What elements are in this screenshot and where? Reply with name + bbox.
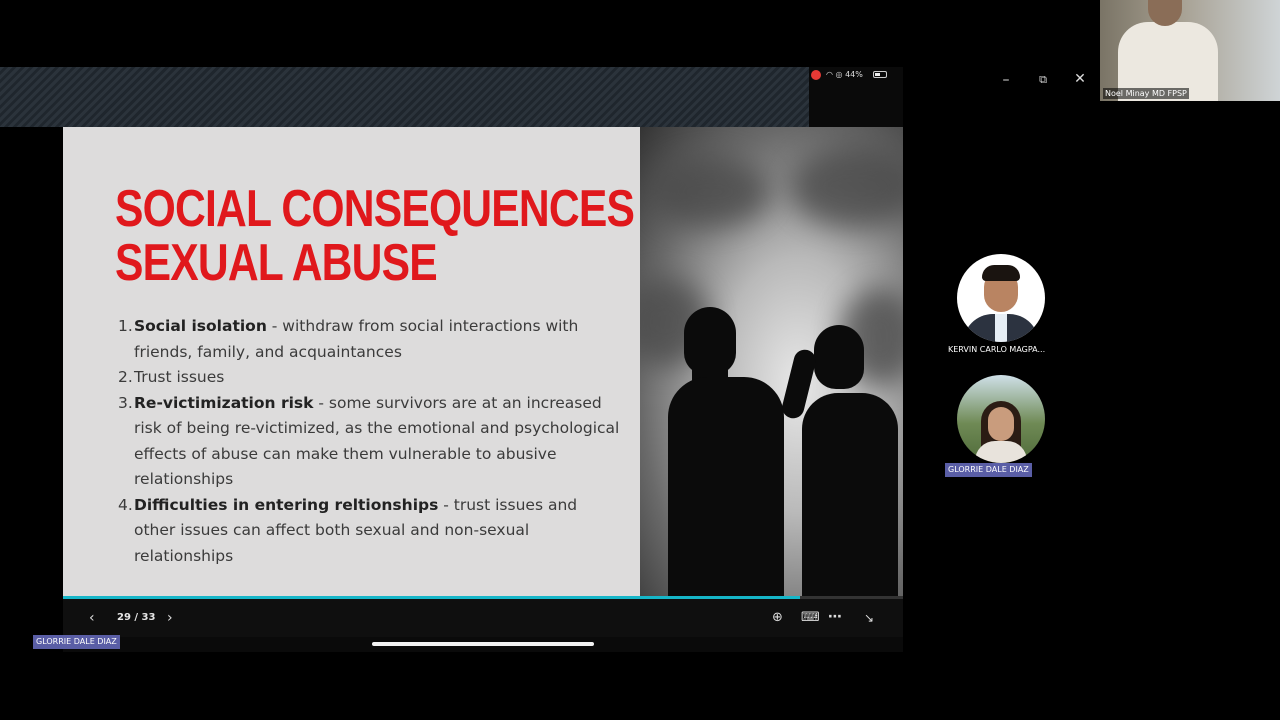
list-item-heading: Difficulties in entering reltionships: [134, 495, 439, 514]
restore-icon[interactable]: ⧉: [1035, 72, 1051, 88]
participant-name: KERVIN CARLO MAGPA...: [948, 345, 1046, 354]
list-item-number: 2.: [118, 368, 133, 386]
more-icon[interactable]: ⋯: [828, 607, 842, 627]
list-item-heading: Re-victimization risk: [134, 393, 314, 412]
status-icons: ◠ ◎ 44%: [826, 69, 863, 81]
participant-name-highlighted: GLORRIE DALE DIAZ: [945, 463, 1032, 477]
minimize-icon[interactable]: –: [998, 72, 1014, 88]
slide-title-line-2: SEXUAL ABUSE: [115, 234, 438, 292]
list-item: 4. Difficulties in entering reltionships …: [118, 493, 623, 570]
list-item-text: Trust issues: [134, 368, 225, 386]
location-icon: ◎: [835, 70, 843, 79]
list-item-number: 4.: [118, 495, 133, 514]
active-speaker-name: Noel Minay MD FPSP: [1103, 88, 1189, 99]
slide-bullet-list: 1. Social isolation - withdraw from socia…: [118, 314, 623, 569]
home-indicator[interactable]: [372, 642, 594, 646]
chevron-right-icon[interactable]: ›: [167, 608, 173, 628]
slide-title-line-1: SOCIAL CONSEQUENCES OF: [115, 180, 704, 238]
battery-icon: [873, 71, 887, 78]
list-item-number: 1.: [118, 317, 133, 335]
collapse-icon[interactable]: ↘: [864, 608, 874, 628]
list-item: 3. Re-victimization risk - some survivors…: [118, 391, 623, 493]
slide-page-counter: 29 / 33: [117, 612, 156, 623]
slide-text-panel: SOCIAL CONSEQUENCES OF SEXUAL ABUSE 1. So…: [63, 127, 704, 597]
chevron-left-icon[interactable]: ‹: [89, 608, 95, 628]
keyboard-icon[interactable]: ⌨: [801, 608, 820, 628]
recording-dot-icon: [811, 70, 821, 80]
active-speaker-video[interactable]: [1100, 0, 1280, 101]
list-item: 2. Trust issues: [118, 365, 623, 391]
wifi-icon: ◠: [826, 70, 833, 79]
shared-screen-top-strip: [0, 67, 809, 127]
slide-silhouette-image: [640, 127, 903, 597]
battery-percent: 44%: [845, 70, 863, 79]
screen-share-name-tag: GLORRIE DALE DIAZ: [33, 635, 120, 649]
list-item-heading: Social isolation: [134, 317, 267, 335]
zoom-in-icon[interactable]: ⊕: [772, 608, 783, 628]
participant-avatar[interactable]: [957, 254, 1045, 342]
close-icon[interactable]: ✕: [1072, 71, 1088, 87]
slide-title: SOCIAL CONSEQUENCES OF SEXUAL ABUSE: [115, 182, 704, 292]
list-item: 1. Social isolation - withdraw from socia…: [118, 314, 623, 365]
participant-avatar[interactable]: [957, 375, 1045, 463]
list-item-number: 3.: [118, 393, 133, 412]
